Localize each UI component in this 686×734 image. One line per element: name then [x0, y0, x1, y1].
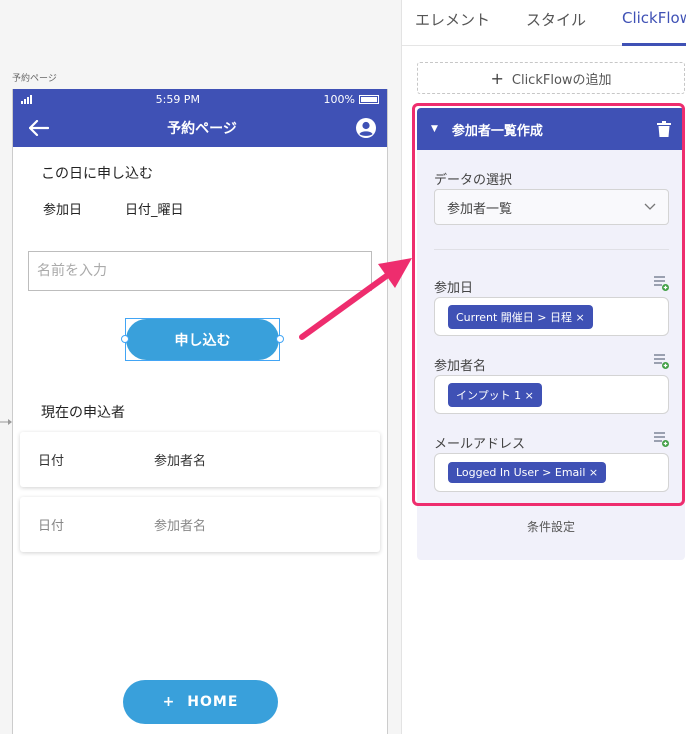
section-divider: [434, 249, 669, 250]
field-label-email: メールアドレス: [434, 437, 526, 452]
list-item-name: 参加者名: [154, 519, 207, 534]
field-chip-date[interactable]: Current 開催日 > 日程 ×: [448, 304, 593, 329]
list-item[interactable]: 日付 参加者名: [20, 497, 380, 552]
clickflow-title: 参加者一覧作成: [451, 123, 543, 139]
page-label: 予約ページ: [12, 74, 57, 84]
account-icon[interactable]: [355, 117, 377, 139]
status-time: 5:59 PM: [155, 92, 200, 106]
apply-button[interactable]: 申し込む: [126, 319, 279, 360]
clickflow-card: ▼ 参加者一覧作成 データの選択 参加者一覧 参加日 Current 開催日 >…: [417, 108, 685, 560]
phone-preview: 5:59 PM 100% 予約ページ この日に申し込む 参加日 日付_曜日 申し…: [12, 89, 388, 734]
field-input-date[interactable]: Current 開催日 > 日程 ×: [434, 297, 669, 336]
plus-icon: +: [490, 68, 504, 88]
battery-icon: [359, 94, 379, 104]
app-bar-title: 予約ページ: [167, 121, 237, 137]
field-chip-email[interactable]: Logged In User > Email ×: [448, 462, 607, 483]
date-row-label: 参加日: [43, 203, 83, 218]
field-input-email[interactable]: Logged In User > Email ×: [434, 453, 669, 492]
apply-section-title: この日に申し込む: [41, 166, 153, 182]
name-input[interactable]: [28, 251, 372, 291]
list-header-date: 日付: [38, 454, 65, 469]
data-select[interactable]: 参加者一覧: [434, 189, 669, 225]
data-select-value: 参加者一覧: [447, 201, 513, 217]
date-row-value: 日付_曜日: [125, 203, 184, 218]
home-button[interactable]: + HOME: [123, 680, 278, 724]
caret-down-icon[interactable]: ▼: [431, 124, 438, 134]
tab-style[interactable]: スタイル: [526, 9, 586, 30]
apply-button-selection[interactable]: 申し込む: [121, 318, 284, 361]
list-item-date: 日付: [38, 519, 65, 534]
field-label-date: 参加日: [434, 281, 474, 296]
back-arrow-icon[interactable]: [29, 120, 49, 136]
add-clickflow-button[interactable]: + ClickFlowの追加: [417, 62, 685, 94]
data-select-label: データの選択: [434, 173, 513, 188]
properties-panel: エレメント スタイル ClickFlow + ClickFlowの追加 ▼ 参加…: [402, 0, 686, 734]
tab-elements[interactable]: エレメント: [415, 9, 490, 30]
home-button-label: HOME: [187, 694, 239, 710]
active-tab-indicator: [622, 43, 686, 46]
chevron-down-icon: [644, 203, 656, 210]
clickflow-header[interactable]: ▼ 参加者一覧作成: [417, 108, 685, 150]
app-bar: 予約ページ: [13, 109, 387, 147]
editor-canvas: 予約ページ 5:59 PM 100% 予約ページ この日に申し込む 参加日 日付…: [0, 0, 402, 734]
resize-handle-right[interactable]: [276, 335, 284, 343]
applicants-title: 現在の申込者: [41, 405, 125, 421]
connector-arrow-icon: [0, 419, 12, 425]
panel-tabs: エレメント スタイル ClickFlow: [402, 0, 686, 46]
battery-level: 100%: [323, 92, 355, 106]
add-clickflow-label: ClickFlowの追加: [511, 72, 612, 88]
condition-settings-link[interactable]: 条件設定: [417, 518, 685, 535]
list-header-name: 参加者名: [154, 454, 207, 469]
add-data-icon[interactable]: [653, 275, 669, 291]
resize-handle-left[interactable]: [121, 335, 129, 343]
trash-icon[interactable]: [657, 121, 671, 137]
status-bar: 5:59 PM 100%: [13, 89, 387, 109]
add-data-icon[interactable]: [653, 353, 669, 369]
field-chip-name[interactable]: インプット 1 ×: [448, 382, 542, 407]
plus-icon: +: [162, 694, 176, 710]
field-input-name[interactable]: インプット 1 ×: [434, 375, 669, 414]
signal-icon: [21, 94, 32, 104]
add-data-icon[interactable]: [653, 431, 669, 447]
tab-clickflow[interactable]: ClickFlow: [622, 9, 686, 27]
field-label-name: 参加者名: [434, 359, 487, 374]
list-header-row: 日付 参加者名: [20, 432, 380, 487]
